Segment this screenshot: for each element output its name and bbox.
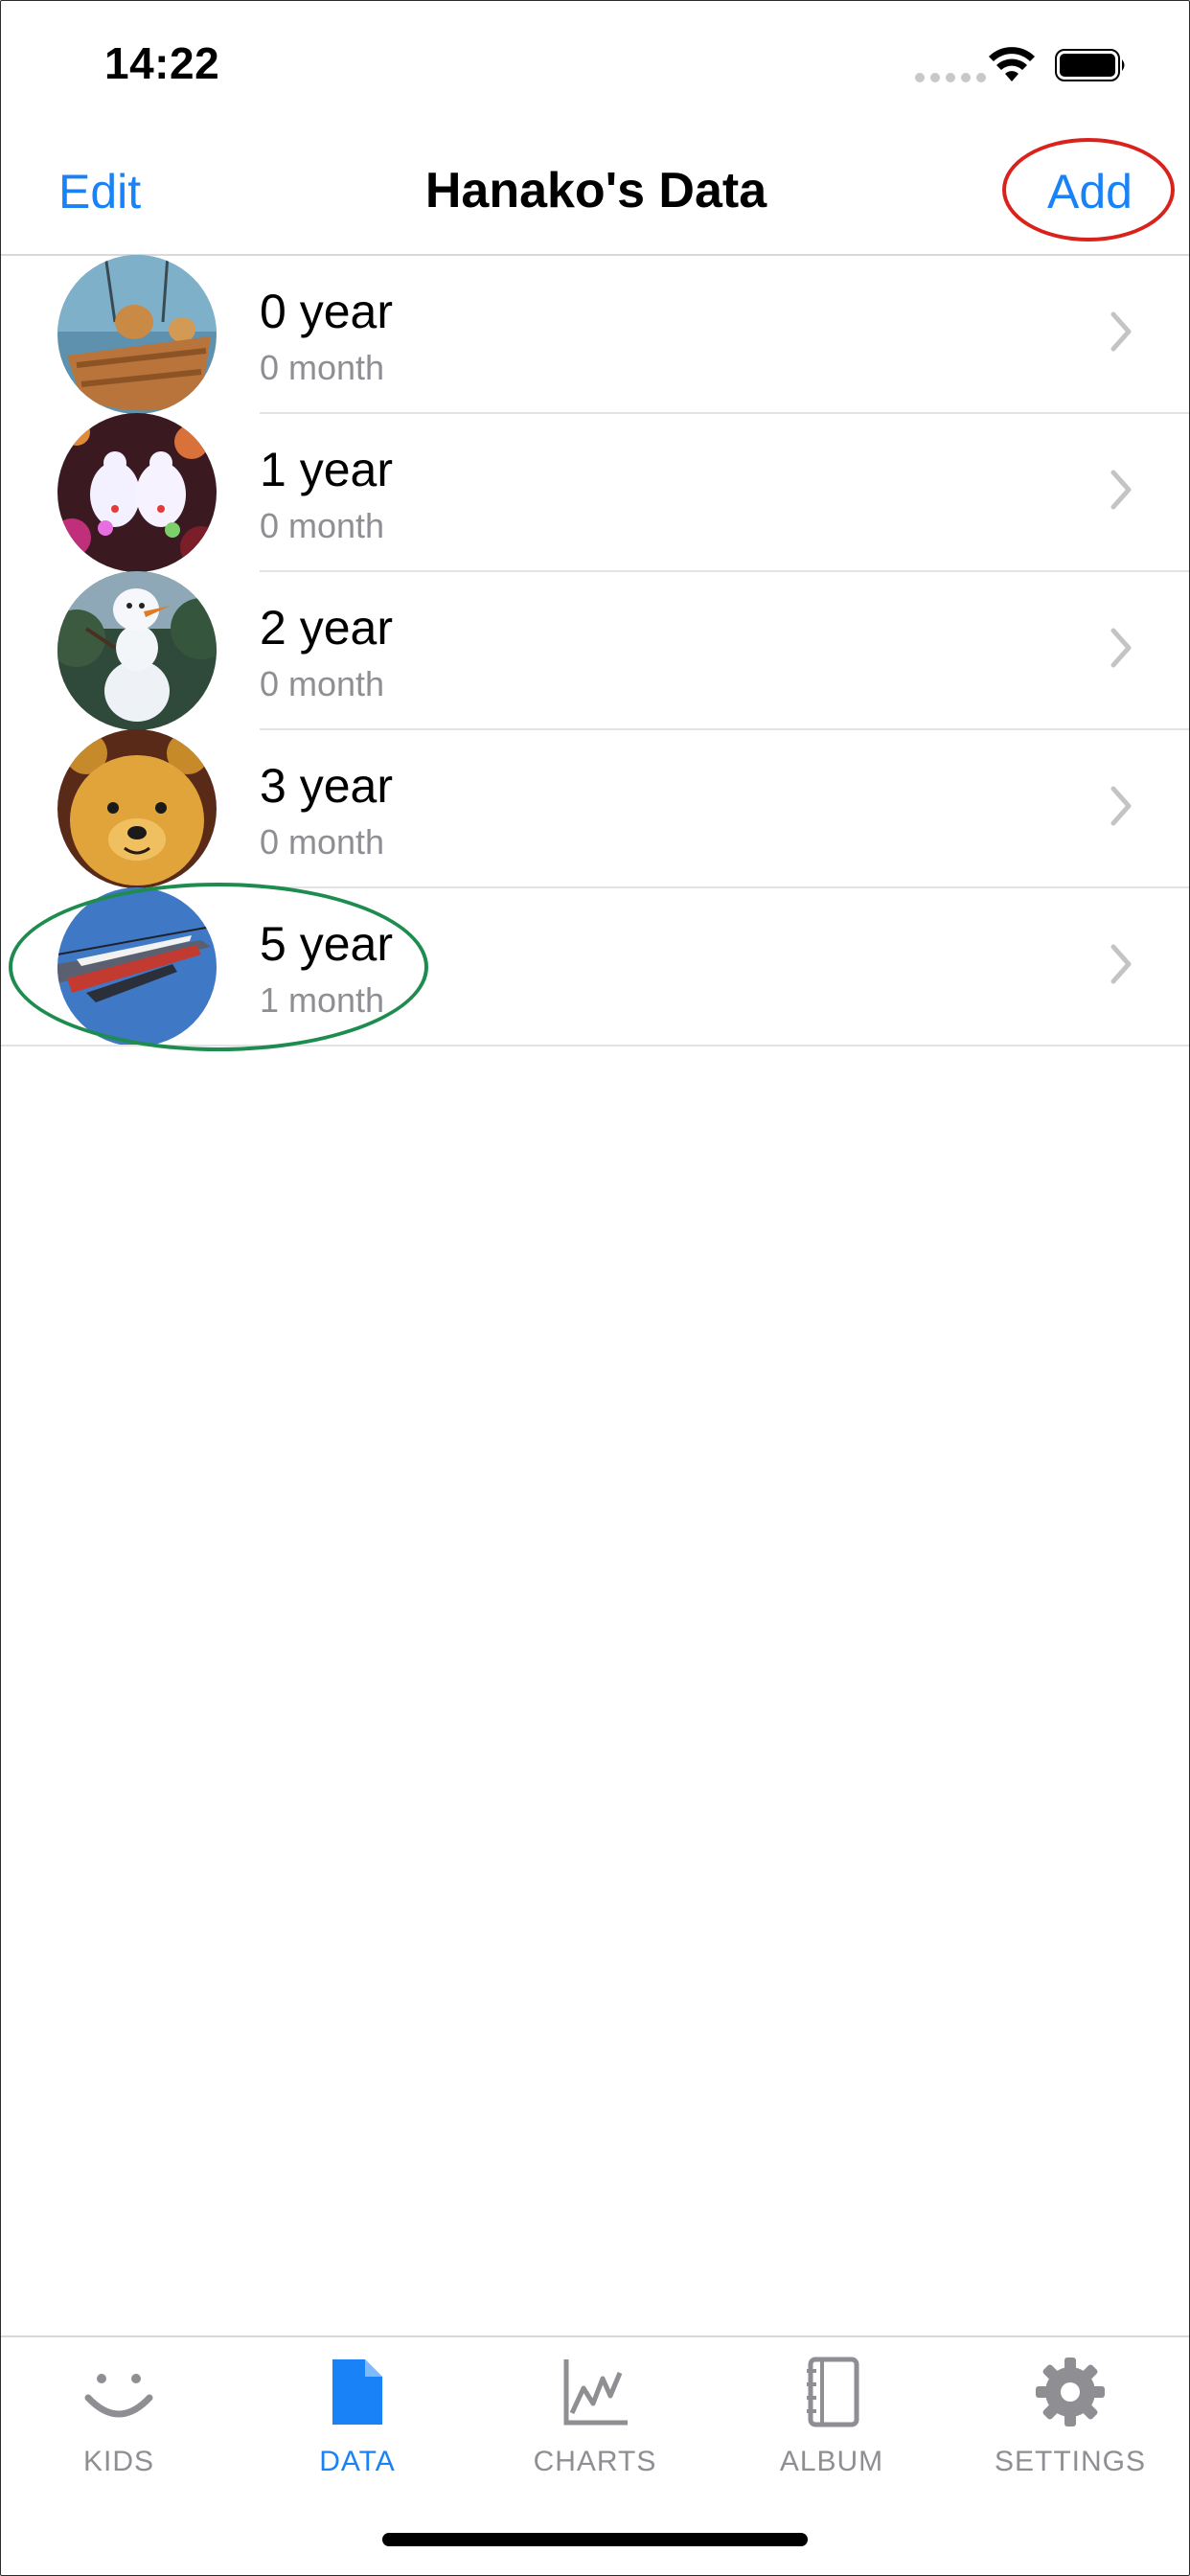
smiley-face-icon [84,2374,153,2418]
row-title: 3 year [260,759,393,813]
battery-icon [1055,49,1125,81]
tab-album[interactable]: ALBUM [717,2354,947,2478]
row-title: 2 year [260,601,393,655]
tab-kids[interactable]: KIDS [4,2354,234,2478]
tab-data[interactable]: DATA [242,2354,472,2478]
avatar-photo [57,255,217,414]
tab-label: KIDS [82,2446,155,2477]
tab-label: DATA [319,2446,396,2477]
chevron-right-icon [1110,944,1132,984]
list-item[interactable]: 0 year 0 month [1,255,1189,414]
tab-label: CHARTS [533,2446,657,2477]
avatar-photo [57,413,217,572]
tab-settings[interactable]: SETTINGS [955,2354,1185,2478]
gear-icon [1036,2358,1105,2426]
home-indicator[interactable] [382,2533,808,2546]
chevron-right-icon [1110,311,1132,352]
tab-label: ALBUM [779,2446,884,2477]
tab-charts[interactable]: CHARTS [480,2354,710,2478]
list-item[interactable]: 3 year 0 month [1,729,1189,888]
list-item[interactable]: 2 year 0 month [1,571,1189,730]
tabbar-divider [1,2335,1189,2337]
app-screen: 14:22 Edit Hanako's Data Add 0 year 0 mo… [0,0,1190,2576]
row-title: 1 year [260,443,393,496]
notebook-icon [807,2357,859,2427]
row-subtitle: 0 month [260,822,385,862]
chevron-right-icon [1110,628,1132,668]
signal-dots-icon [915,73,986,82]
annotation-circle-green [9,883,428,1051]
wifi-icon [989,47,1035,81]
row-subtitle: 0 month [260,664,385,703]
row-title: 0 year [260,285,393,338]
avatar-photo [57,729,217,888]
chevron-right-icon [1110,470,1132,510]
chevron-right-icon [1110,786,1132,826]
row-subtitle: 0 month [260,348,385,387]
list-item[interactable]: 1 year 0 month [1,413,1189,572]
tab-label: SETTINGS [994,2446,1146,2477]
avatar-photo [57,571,217,730]
document-icon [332,2359,382,2425]
row-subtitle: 0 month [260,506,385,545]
line-chart-icon [563,2359,628,2426]
annotation-circle-red [1002,138,1175,242]
status-time: 14:22 [104,38,220,88]
